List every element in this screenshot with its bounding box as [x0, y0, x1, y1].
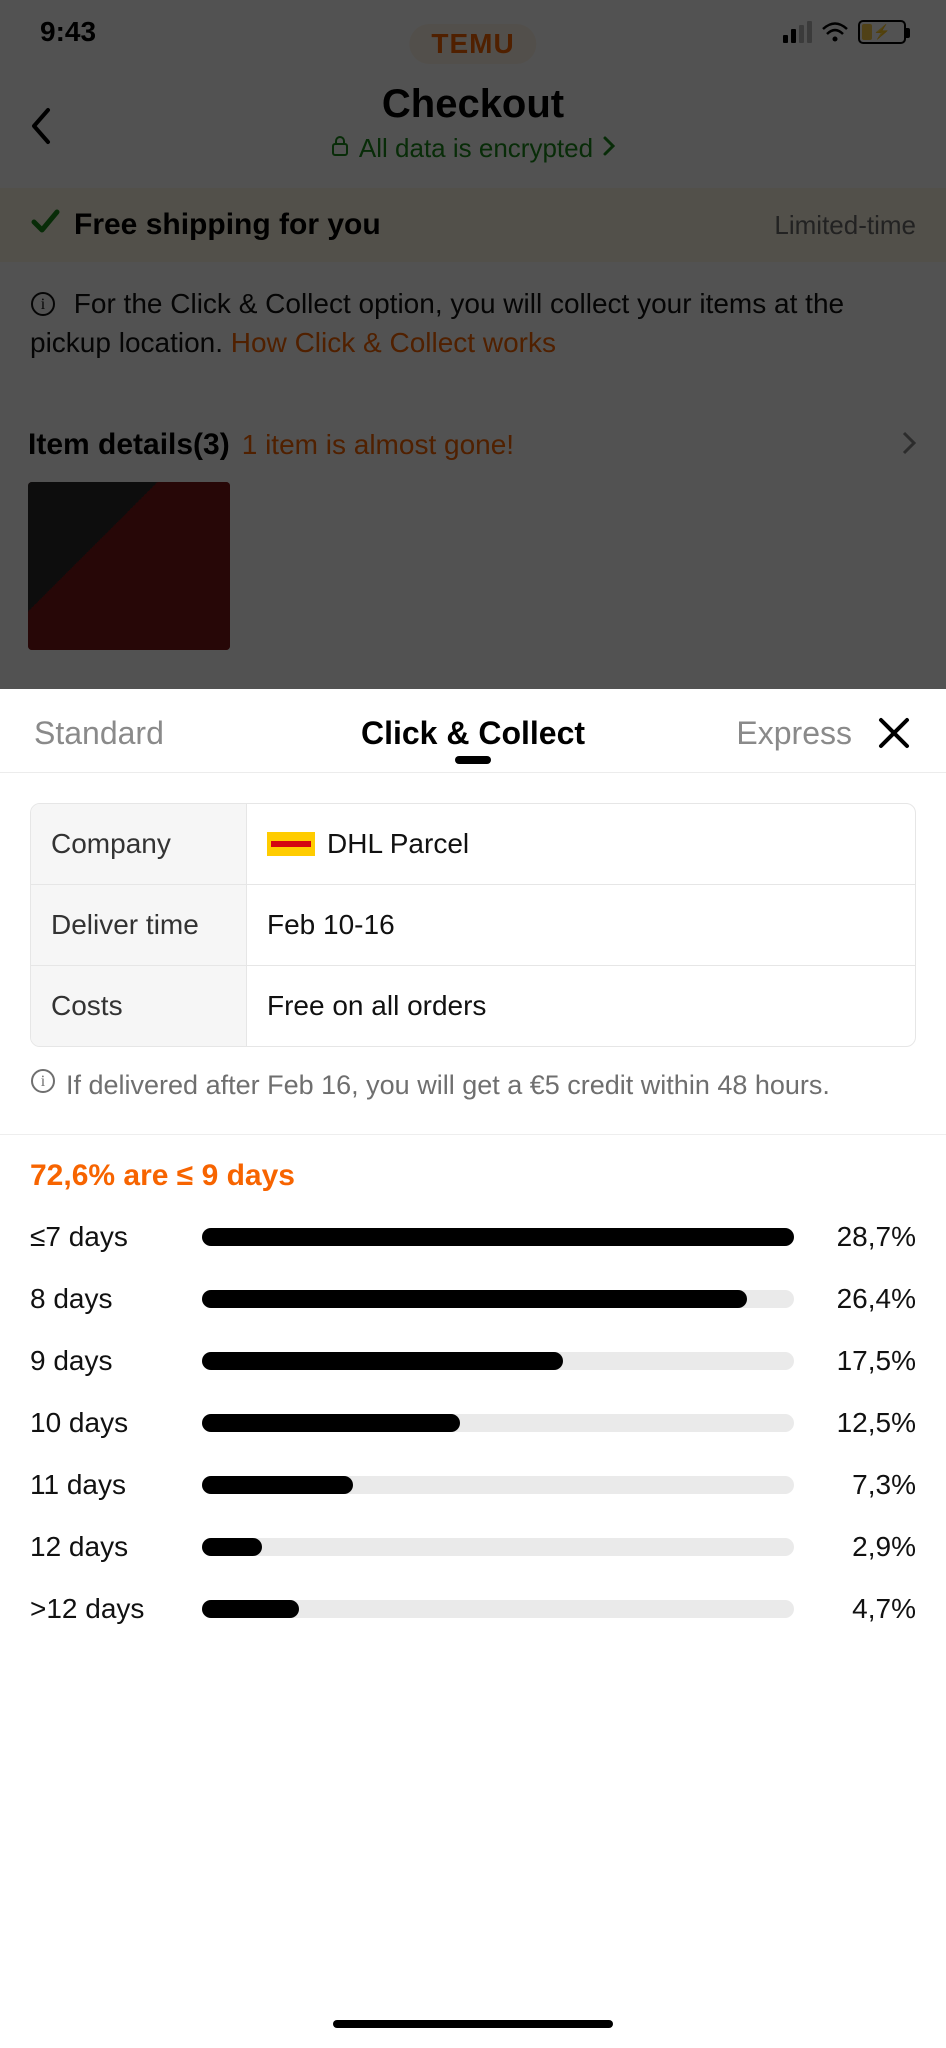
bar-label: 11 days [30, 1469, 180, 1501]
encryption-text: All data is encrypted [359, 133, 593, 164]
divider [0, 1134, 946, 1135]
how-click-collect-link[interactable]: How Click & Collect works [231, 327, 556, 358]
company-label: Company [31, 804, 247, 884]
company-value: DHL Parcel [327, 828, 469, 860]
free-shipping-text: Free shipping for you [74, 208, 381, 242]
bar-row: 10 days 12,5% [30, 1407, 916, 1439]
free-shipping-banner: Free shipping for you Limited-time [0, 188, 946, 262]
info-icon: i [30, 291, 56, 317]
bar-label: >12 days [30, 1593, 180, 1625]
bar-track [202, 1414, 794, 1432]
delivery-stats-chart: ≤7 days 28,7% 8 days 26,4% 9 days 17,5% 10 day… [30, 1221, 916, 1625]
costs-value: Free on all orders [247, 966, 915, 1046]
bar-fill [202, 1476, 353, 1494]
bar-label: 9 days [30, 1345, 180, 1377]
page-header: Checkout All data is encrypted [0, 64, 946, 188]
item-thumbnail[interactable] [28, 482, 230, 650]
home-indicator[interactable] [333, 2020, 613, 2028]
bar-fill [202, 1228, 794, 1246]
bar-percent: 28,7% [816, 1221, 916, 1253]
bar-percent: 26,4% [816, 1283, 916, 1315]
shipping-options-sheet: Standard Click & Collect Express Company… [0, 689, 946, 2048]
lock-icon [329, 133, 351, 164]
check-icon [30, 206, 60, 244]
bar-row: 11 days 7,3% [30, 1469, 916, 1501]
bar-fill [202, 1290, 747, 1308]
bar-label: ≤7 days [30, 1221, 180, 1253]
bar-percent: 12,5% [816, 1407, 916, 1439]
bar-track [202, 1290, 794, 1308]
deliver-time-label: Deliver time [31, 885, 247, 965]
dhl-logo-icon [267, 832, 315, 856]
bar-fill [202, 1600, 299, 1618]
bar-row: ≤7 days 28,7% [30, 1221, 916, 1253]
tab-express[interactable]: Express [736, 715, 852, 752]
battery-icon: ⚡ [858, 20, 906, 44]
status-time: 9:43 [40, 16, 96, 48]
bar-row: >12 days 4,7% [30, 1593, 916, 1625]
delivery-stats-title: 72,6% are ≤ 9 days [30, 1159, 916, 1193]
table-row: Costs Free on all orders [31, 965, 915, 1046]
info-icon: i [30, 1065, 56, 1106]
shipping-info-table: Company DHL Parcel Deliver time Feb 10-1… [30, 803, 916, 1047]
bar-fill [202, 1352, 563, 1370]
svg-text:i: i [41, 1073, 46, 1090]
item-stock-warning: 1 item is almost gone! [242, 429, 514, 461]
deliver-time-value: Feb 10-16 [247, 885, 915, 965]
encryption-notice[interactable]: All data is encrypted [329, 133, 617, 164]
bar-fill [202, 1538, 262, 1556]
chevron-right-icon [900, 430, 918, 461]
table-row: Company DHL Parcel [31, 804, 915, 884]
close-button[interactable] [876, 715, 912, 756]
bar-row: 9 days 17,5% [30, 1345, 916, 1377]
bar-label: 12 days [30, 1531, 180, 1563]
shipping-tabs: Standard Click & Collect Express [0, 689, 946, 773]
tab-standard[interactable]: Standard [34, 715, 164, 752]
bar-fill [202, 1414, 460, 1432]
bar-track [202, 1352, 794, 1370]
bar-percent: 2,9% [816, 1531, 916, 1563]
click-collect-info: i For the Click & Collect option, you wi… [0, 262, 946, 384]
tab-click-collect[interactable]: Click & Collect [361, 715, 585, 752]
item-details-title: Item details(3) [28, 428, 230, 462]
chevron-right-icon [601, 133, 617, 164]
delivery-credit-note: i If delivered after Feb 16, you will ge… [30, 1065, 916, 1106]
bar-track [202, 1600, 794, 1618]
bar-percent: 4,7% [816, 1593, 916, 1625]
bar-row: 12 days 2,9% [30, 1531, 916, 1563]
bar-label: 10 days [30, 1407, 180, 1439]
wifi-icon [822, 22, 848, 42]
sheet-handle[interactable] [455, 756, 491, 764]
item-details-section[interactable]: Item details(3) 1 item is almost gone! [0, 428, 946, 650]
bar-track [202, 1538, 794, 1556]
svg-text:i: i [41, 296, 46, 313]
bar-percent: 7,3% [816, 1469, 916, 1501]
page-title: Checkout [28, 82, 918, 127]
bar-percent: 17,5% [816, 1345, 916, 1377]
bar-row: 8 days 26,4% [30, 1283, 916, 1315]
limited-time-tag: Limited-time [774, 210, 916, 241]
table-row: Deliver time Feb 10-16 [31, 884, 915, 965]
bar-track [202, 1476, 794, 1494]
cellular-icon [783, 21, 812, 43]
bar-label: 8 days [30, 1283, 180, 1315]
costs-label: Costs [31, 966, 247, 1046]
brand-pill: TEMU [409, 24, 536, 64]
status-icons: ⚡ [783, 20, 906, 44]
bar-track [202, 1228, 794, 1246]
credit-note-text: If delivered after Feb 16, you will get … [66, 1065, 830, 1106]
back-button[interactable] [28, 106, 56, 151]
